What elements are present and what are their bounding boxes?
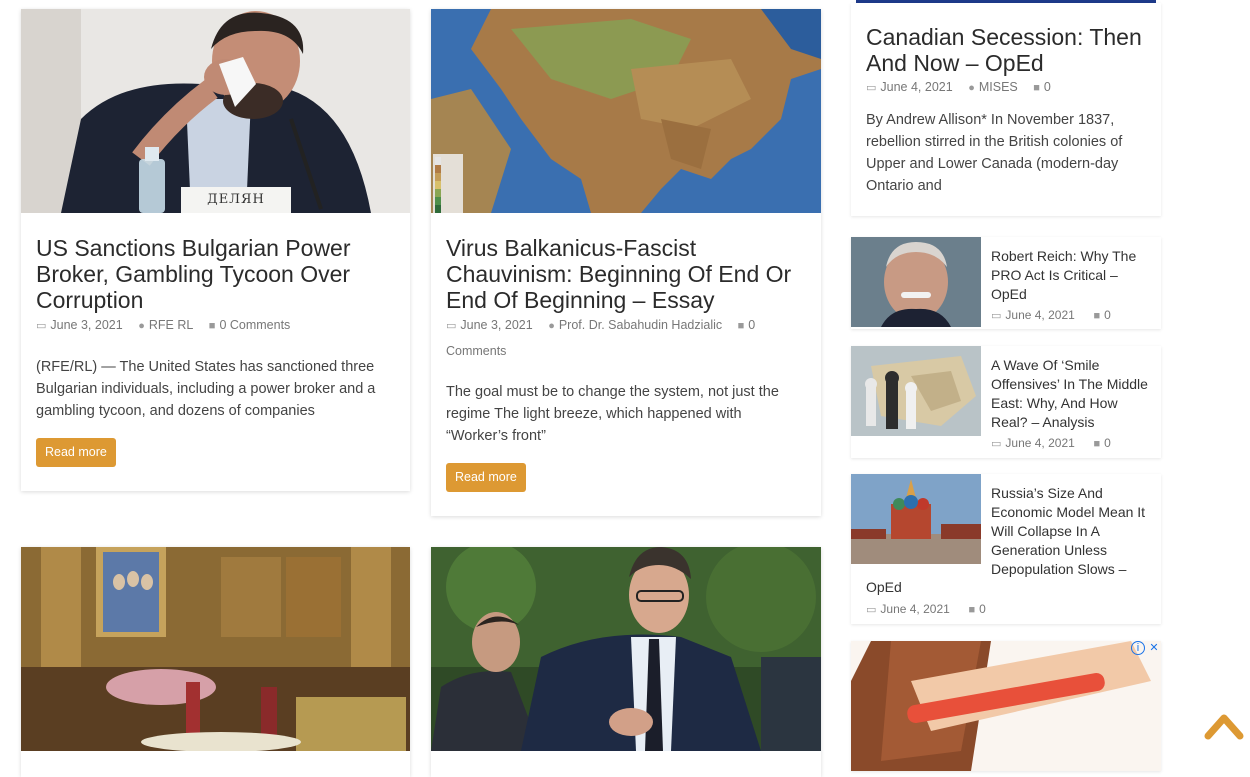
sidebar-post-title-tail[interactable]: OpEd — [866, 579, 902, 595]
calendar-icon: ▭ — [991, 310, 1002, 322]
sidebar-post-meta: ▭ June 4, 2021 ■ 0 — [991, 308, 1111, 322]
chevron-up-icon — [1204, 714, 1244, 740]
read-more-button[interactable]: Read more — [446, 463, 526, 492]
post-author[interactable]: RFE RL — [149, 318, 193, 332]
post-card — [431, 547, 821, 777]
sidebar-post-item: A Wave Of ‘Smile Offensives’ In The Midd… — [851, 346, 1161, 458]
sidebar-post-item: Robert Reich: Why The PRO Act Is Critica… — [851, 237, 1161, 329]
calendar-icon: ▭ — [446, 320, 457, 332]
post-date[interactable]: June 3, 2021 — [50, 318, 122, 332]
sidebar-post-meta: ▭ June 4, 2021 ■ 0 — [991, 436, 1111, 450]
comment-icon: ■ — [208, 320, 216, 332]
featured-author[interactable]: MISES — [979, 80, 1018, 94]
sidebar-post-title[interactable]: Russia’s Size And Economic Model Mean It… — [991, 484, 1149, 579]
post-date[interactable]: June 3, 2021 — [460, 318, 532, 332]
calendar-icon: ▭ — [36, 320, 47, 332]
post-title[interactable]: US Sanctions Bulgarian Power Broker, Gam… — [36, 235, 395, 313]
sidebar-post-date[interactable]: June 4, 2021 — [880, 602, 949, 616]
nameplate-text: ДЕЛЯН — [207, 192, 265, 207]
sidebar-post-date[interactable]: June 4, 2021 — [1005, 308, 1074, 322]
ad-image — [851, 641, 1161, 771]
post-thumbnail[interactable]: ДЕЛЯН — [21, 9, 410, 213]
calendar-icon: ▭ — [866, 82, 877, 94]
comment-icon: ■ — [737, 320, 745, 332]
sidebar-post-thumbnail[interactable] — [851, 237, 981, 327]
post-thumbnail[interactable] — [431, 547, 821, 751]
post-comments-label[interactable]: Comments — [446, 344, 506, 358]
post-thumbnail[interactable] — [431, 9, 821, 213]
scroll-to-top-button[interactable] — [1204, 710, 1244, 740]
post-excerpt: (RFE/RL) — The United States has sanctio… — [36, 359, 376, 419]
ad-info-icon[interactable]: i — [1131, 641, 1145, 655]
post-excerpt: The goal must be to change the system, n… — [446, 384, 779, 444]
user-icon: ● — [138, 320, 145, 332]
sidebar-post-item: Russia’s Size And Economic Model Mean It… — [851, 474, 1161, 624]
comment-icon: ■ — [968, 604, 976, 616]
featured-comments[interactable]: 0 — [1044, 80, 1051, 94]
post-comments-count[interactable]: 0 — [748, 318, 755, 332]
post-meta: ▭ June 3, 2021 ● RFE RL ■ 0 Comments — [36, 313, 395, 339]
calendar-icon: ▭ — [866, 604, 877, 616]
post-comments[interactable]: 0 Comments — [219, 318, 290, 332]
post-author[interactable]: Prof. Dr. Sabahudin Hadzialic — [559, 318, 722, 332]
post-card — [21, 547, 410, 777]
sidebar-post-date[interactable]: June 4, 2021 — [1005, 436, 1074, 450]
sidebar-post-title[interactable]: Robert Reich: Why The PRO Act Is Critica… — [991, 247, 1149, 304]
post-card: ДЕЛЯН US Sanctions Bulgarian Power Broke… — [21, 9, 410, 491]
user-icon: ● — [548, 320, 555, 332]
featured-excerpt: By Andrew Allison* In November 1837, reb… — [866, 112, 1123, 194]
sidebar-post-comments[interactable]: 0 — [1104, 436, 1111, 450]
post-thumbnail[interactable] — [21, 547, 410, 751]
ad-close-icon[interactable]: ✕ — [1147, 641, 1161, 655]
sidebar-post-title[interactable]: A Wave Of ‘Smile Offensives’ In The Midd… — [991, 356, 1149, 432]
sidebar-post-comments[interactable]: 0 — [979, 602, 986, 616]
comment-icon: ■ — [1033, 82, 1040, 94]
comment-icon: ■ — [1093, 438, 1101, 450]
sidebar-post-comments[interactable]: 0 — [1104, 308, 1111, 322]
post-title[interactable]: Virus Balkanicus-Fascist Chauvinism: Beg… — [446, 235, 806, 313]
comment-icon: ■ — [1093, 310, 1101, 322]
sidebar-featured-post: Canadian Secession: Then And Now – OpEd … — [851, 3, 1161, 216]
sidebar-post-meta: ▭ June 4, 2021 ■ 0 — [866, 602, 986, 616]
featured-meta: ▭ June 4, 2021 ● MISES ■ 0 — [866, 75, 1146, 101]
sidebar-post-thumbnail[interactable] — [851, 346, 981, 436]
advertisement[interactable]: i ✕ — [851, 641, 1161, 771]
user-icon: ● — [968, 82, 975, 94]
post-card: Virus Balkanicus-Fascist Chauvinism: Beg… — [431, 9, 821, 516]
featured-date[interactable]: June 4, 2021 — [880, 80, 952, 94]
sidebar-post-thumbnail[interactable] — [851, 474, 981, 564]
post-meta: ▭ June 3, 2021 ● Prof. Dr. Sabahudin Hadzi… — [446, 313, 806, 364]
featured-title[interactable]: Canadian Secession: Then And Now – OpEd — [866, 24, 1151, 76]
calendar-icon: ▭ — [991, 438, 1002, 450]
ad-controls: i ✕ — [1131, 641, 1161, 655]
read-more-button[interactable]: Read more — [36, 438, 116, 467]
